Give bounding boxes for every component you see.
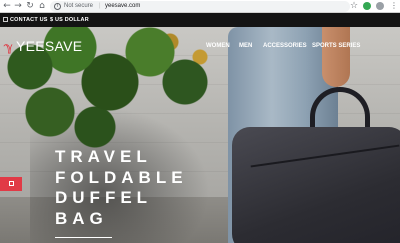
reload-icon[interactable]: ↻ [25, 1, 35, 11]
forward-arrow-icon[interactable]: → [13, 1, 23, 11]
headline-line: TRAVEL [55, 147, 152, 166]
side-button-icon [9, 181, 14, 186]
back-arrow-icon[interactable]: ← [2, 1, 12, 11]
headline-line: FOLDABLE [55, 167, 188, 187]
currency-selector[interactable]: $ US DOLLAR [50, 13, 89, 27]
address-bar[interactable]: i Not secure | yeesave.com [50, 1, 350, 12]
phone-icon [3, 17, 8, 22]
profile-avatar-icon[interactable] [376, 2, 384, 10]
headline-line: DUFFEL [55, 188, 153, 207]
logo-icon[interactable]: ℽ [4, 41, 13, 53]
security-status: Not secure [64, 3, 94, 9]
info-icon[interactable]: i [54, 3, 61, 10]
site-logo[interactable]: YEESAVE [16, 39, 82, 53]
contact-us-link[interactable]: CONTACT US [10, 13, 48, 27]
hero-headline: TRAVEL FOLDABLE DUFFEL BAG [55, 147, 235, 229]
nav-men[interactable]: MEN [239, 42, 252, 50]
browser-toolbar: ← → ↻ ⌂ i Not secure | yeesave.com ☆ ⋮ [0, 0, 400, 13]
headline-line: BAG [55, 208, 108, 228]
duffel-bag-image [232, 127, 400, 243]
hero-person-arm [322, 27, 350, 87]
browser-menu-icon[interactable]: ⋮ [390, 1, 398, 11]
headline-underline [55, 237, 112, 238]
nav-sports-series[interactable]: SPORTS SERIES [312, 42, 360, 50]
nav-accessories[interactable]: ACCESSORIES [263, 42, 307, 50]
bookmark-star-icon[interactable]: ☆ [350, 1, 358, 11]
url-text[interactable]: yeesave.com [105, 1, 140, 12]
side-toggle-button[interactable] [0, 177, 22, 191]
address-separator: | [99, 3, 101, 9]
extension-icon[interactable] [363, 2, 371, 10]
top-info-bar: CONTACT US $ US DOLLAR [0, 13, 400, 27]
nav-women[interactable]: WOMEN [206, 42, 230, 50]
home-icon[interactable]: ⌂ [37, 1, 47, 11]
